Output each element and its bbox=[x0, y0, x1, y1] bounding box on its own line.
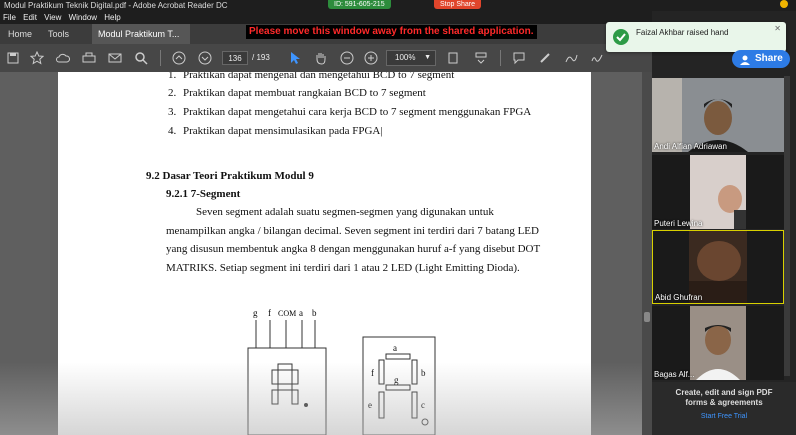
segment-label: g bbox=[394, 375, 399, 385]
share-button[interactable]: Share bbox=[732, 50, 790, 68]
pin-label: a bbox=[299, 308, 303, 318]
stop-share-button[interactable]: Stop Share bbox=[434, 0, 482, 9]
pdf-page: 1. Praktikan dapat mengenal dan mengetah… bbox=[58, 72, 591, 435]
segment-label: f bbox=[371, 368, 374, 378]
save-icon[interactable] bbox=[4, 49, 22, 67]
hand-tool-icon[interactable] bbox=[312, 49, 330, 67]
segment-label: c bbox=[421, 400, 425, 410]
promo-line1: Create, edit and sign PDF bbox=[675, 388, 773, 397]
participant-video bbox=[652, 78, 784, 152]
seven-segment-labeled-figure: a f g b e c bbox=[362, 336, 436, 435]
window-title: Modul Praktikum Teknik Digital.pdf - Ado… bbox=[4, 1, 228, 10]
toolbar-separator bbox=[160, 50, 161, 66]
pin-label: f bbox=[268, 308, 271, 318]
list-number: 4. bbox=[168, 125, 177, 137]
list-text: Praktikan dapat mengetahui cara kerja BC… bbox=[183, 106, 532, 118]
segment-label: b bbox=[421, 368, 426, 378]
promo-box: Create, edit and sign PDF forms & agreem… bbox=[652, 382, 796, 435]
user-add-icon bbox=[740, 54, 752, 72]
participant-video bbox=[652, 306, 784, 380]
page-down-icon[interactable] bbox=[196, 49, 214, 67]
email-icon[interactable] bbox=[106, 49, 124, 67]
share-warning-banner: Please move this window away from the sh… bbox=[246, 25, 537, 39]
share-button-label: Share bbox=[755, 53, 783, 64]
segment-label: e bbox=[368, 400, 372, 410]
zoom-select[interactable]: 100% ▼ bbox=[386, 50, 436, 66]
participant-name: Bagas Alf... bbox=[654, 370, 695, 379]
chevron-down-icon: ▼ bbox=[424, 54, 431, 61]
print-icon[interactable] bbox=[80, 49, 98, 67]
select-cursor-icon[interactable] bbox=[286, 49, 304, 67]
zoom-in-icon[interactable] bbox=[362, 49, 380, 67]
close-icon[interactable]: ✕ bbox=[774, 24, 781, 33]
screen: Modul Praktikum Teknik Digital.pdf - Ado… bbox=[0, 0, 796, 435]
upload-cloud-icon[interactable] bbox=[54, 49, 72, 67]
tab-bar: Home Tools Modul Praktikum T... Please m… bbox=[0, 24, 652, 44]
paragraph-line: yang disusun membentuk angka 8 dengan me… bbox=[166, 243, 541, 255]
page-number-input[interactable]: 136 bbox=[222, 51, 248, 65]
check-circle-icon bbox=[613, 29, 629, 45]
participant-video-tile[interactable]: Puteri Lewina bbox=[652, 155, 784, 229]
subsection-heading: 9.2.1 7-Segment bbox=[166, 188, 241, 200]
list-text: Praktikan dapat mengenal dan mengetahui … bbox=[183, 72, 455, 81]
segment-label: a bbox=[393, 343, 397, 353]
list-number: 1. bbox=[168, 72, 177, 81]
pin-label: g bbox=[253, 308, 258, 318]
list-number: 2. bbox=[168, 87, 177, 99]
bookmark-star-icon[interactable] bbox=[28, 49, 46, 67]
list-number: 3. bbox=[168, 106, 177, 118]
fit-page-icon[interactable] bbox=[444, 49, 462, 67]
list-text: Praktikan dapat membuat rangkaian BCD to… bbox=[183, 87, 426, 99]
toolbar: 136 / 193 100% ▼ bbox=[0, 44, 652, 72]
list-text: Praktikan dapat mensimulasikan pada FPGA… bbox=[183, 125, 383, 137]
title-bar: Modul Praktikum Teknik Digital.pdf - Ado… bbox=[0, 0, 796, 11]
start-free-trial-link[interactable]: Start Free Trial bbox=[652, 413, 796, 420]
participant-name: Abid Ghufran bbox=[655, 293, 703, 302]
document-scrollbar[interactable] bbox=[642, 72, 652, 435]
participant-video-tile[interactable]: Bagas Alf... bbox=[652, 306, 784, 380]
sign-icon[interactable] bbox=[588, 49, 606, 67]
document-viewport[interactable]: 1. Praktikan dapat mengenal dan mengetah… bbox=[0, 72, 652, 435]
scrollbar-thumb[interactable] bbox=[644, 312, 650, 322]
tab-document-label: Modul Praktikum T... bbox=[98, 29, 180, 39]
promo-line2: forms & agreements bbox=[685, 398, 763, 407]
tab-home[interactable]: Home bbox=[2, 24, 38, 44]
paragraph-line: MATRIKS. Setiap segment ini terdiri dari… bbox=[166, 262, 520, 274]
section-heading: 9.2 Dasar Teori Praktikum Modul 9 bbox=[146, 170, 314, 182]
participants-scrollbar[interactable] bbox=[784, 76, 790, 376]
draw-icon[interactable] bbox=[562, 49, 580, 67]
menu-view[interactable]: View bbox=[44, 11, 61, 24]
notification-text: Faizal Akhbar raised hand bbox=[636, 28, 729, 37]
tab-tools[interactable]: Tools bbox=[42, 24, 75, 44]
paragraph-line: Seven segment adalah suatu segmen-segmen… bbox=[196, 206, 494, 218]
meeting-id-badge[interactable]: ID: 591-605-215 bbox=[328, 0, 391, 9]
comment-icon[interactable] bbox=[510, 49, 528, 67]
participant-video bbox=[652, 155, 784, 229]
highlight-pen-icon[interactable] bbox=[536, 49, 554, 67]
zoom-value: 100% bbox=[395, 53, 416, 62]
page-total: / 193 bbox=[252, 53, 270, 62]
menu-bar: File Edit View Window Help bbox=[0, 11, 652, 24]
pin-label: COM bbox=[278, 309, 296, 318]
search-icon[interactable] bbox=[132, 49, 150, 67]
window-control-icon[interactable] bbox=[780, 0, 788, 8]
menu-file[interactable]: File bbox=[3, 11, 16, 24]
menu-window[interactable]: Window bbox=[69, 11, 97, 24]
raised-hand-notification: Faizal Akhbar raised hand ✕ bbox=[606, 22, 786, 52]
paragraph-line: menampilkan angka / bilangan decimal. Se… bbox=[166, 225, 539, 237]
participant-name: Puteri Lewina bbox=[654, 219, 703, 228]
menu-help[interactable]: Help bbox=[104, 11, 120, 24]
toolbar-separator bbox=[500, 50, 501, 66]
seven-segment-package-figure: g f COM a b bbox=[238, 304, 338, 435]
menu-edit[interactable]: Edit bbox=[23, 11, 37, 24]
zoom-out-icon[interactable] bbox=[338, 49, 356, 67]
participant-video-tile[interactable]: Abid Ghufran bbox=[652, 230, 784, 304]
scroll-mode-icon[interactable] bbox=[472, 49, 490, 67]
tab-document[interactable]: Modul Praktikum T... bbox=[92, 24, 190, 44]
participant-video-tile[interactable]: Andi Alfian Adriawan bbox=[652, 78, 784, 152]
page-up-icon[interactable] bbox=[170, 49, 188, 67]
pin-label: b bbox=[312, 308, 317, 318]
participant-name: Andi Alfian Adriawan bbox=[654, 142, 727, 151]
